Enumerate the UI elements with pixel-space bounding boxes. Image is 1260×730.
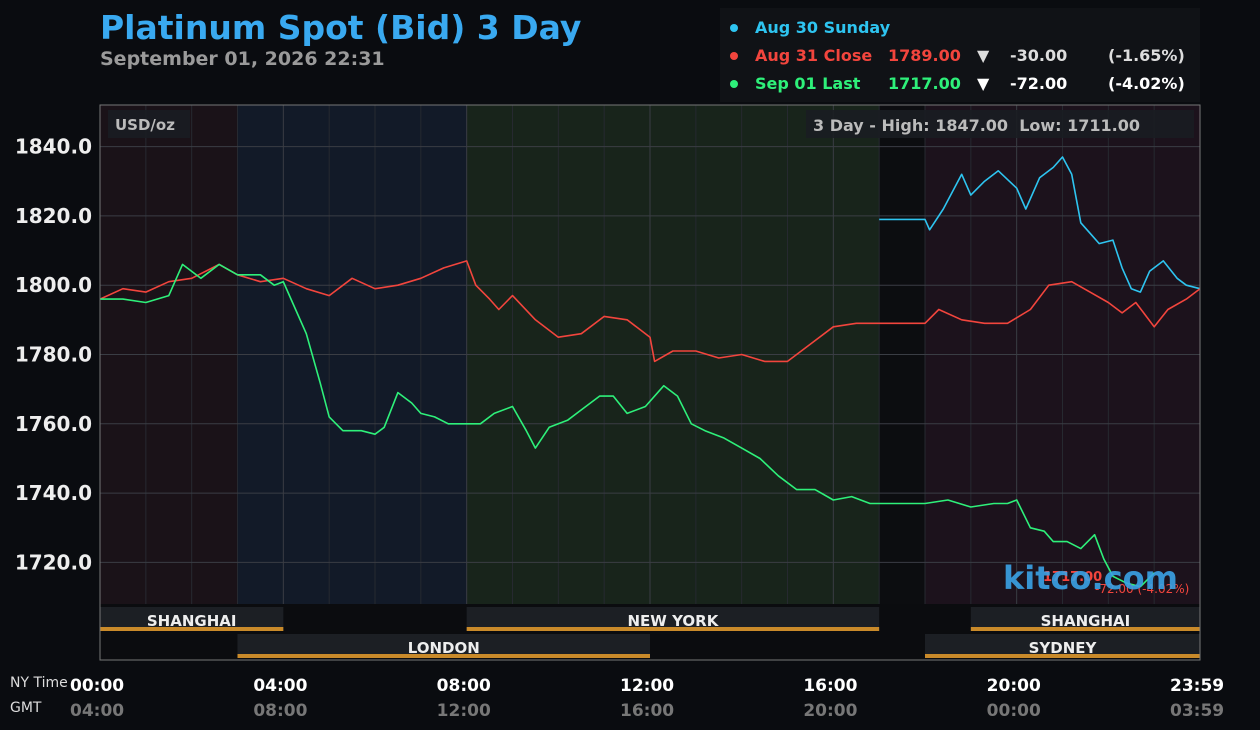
market-sessions: SHANGHAI NEW YORK SHANGHAI LONDON SYDNEY xyxy=(100,604,1200,660)
y-tick-label: 1720.0 xyxy=(15,550,92,574)
x-tick-gmt: 03:59 xyxy=(1170,701,1225,721)
y-tick-label: 1740.0 xyxy=(15,481,92,505)
x-tick-gmt: 04:00 xyxy=(70,701,125,721)
x-tick-ny: 16:00 xyxy=(803,676,858,696)
y-axis: 1720.0 1740.0 1760.0 1780.0 1800.0 1820.0 1840… xyxy=(15,135,92,575)
x-tick-gmt: 16:00 xyxy=(620,701,675,721)
x-tick-gmt: 20:00 xyxy=(803,701,858,721)
x-tick-gmt: 00:00 xyxy=(986,701,1041,721)
session-label: LONDON xyxy=(408,639,480,657)
x-tick-ny: 23:59 xyxy=(1170,676,1225,696)
x-tick-gmt: 08:00 xyxy=(253,701,308,721)
x-tick-ny: 12:00 xyxy=(620,676,675,696)
x-tick-ny: 08:00 xyxy=(436,676,491,696)
session-label: SHANGHAI xyxy=(147,612,237,630)
y-tick-label: 1760.0 xyxy=(15,412,92,436)
price-chart: 1720.0 1740.0 1760.0 1780.0 1800.0 1820.0 1840… xyxy=(15,104,1201,661)
x-tick-gmt: 12:00 xyxy=(436,701,491,721)
session-label: SHANGHAI xyxy=(1041,612,1131,630)
kitco-watermark: kitco.com xyxy=(1003,559,1178,597)
session-label: NEW YORK xyxy=(628,612,720,630)
ny-time-label: NY Time xyxy=(10,675,68,691)
high-low-range: 3 Day - High: 1847.00 Low: 1711.00 xyxy=(813,116,1140,135)
gmt-label: GMT xyxy=(10,700,42,716)
x-tick-ny: 20:00 xyxy=(986,676,1041,696)
y-tick-label: 1840.0 xyxy=(15,135,92,159)
session-label: SYDNEY xyxy=(1029,639,1098,657)
x-tick-ny: 04:00 xyxy=(253,676,308,696)
y-tick-label: 1780.0 xyxy=(15,343,92,367)
unit-label: USD/oz xyxy=(115,116,175,134)
x-tick-ny: 00:00 xyxy=(70,676,125,696)
y-tick-label: 1800.0 xyxy=(15,273,92,297)
y-tick-label: 1820.0 xyxy=(15,204,92,228)
